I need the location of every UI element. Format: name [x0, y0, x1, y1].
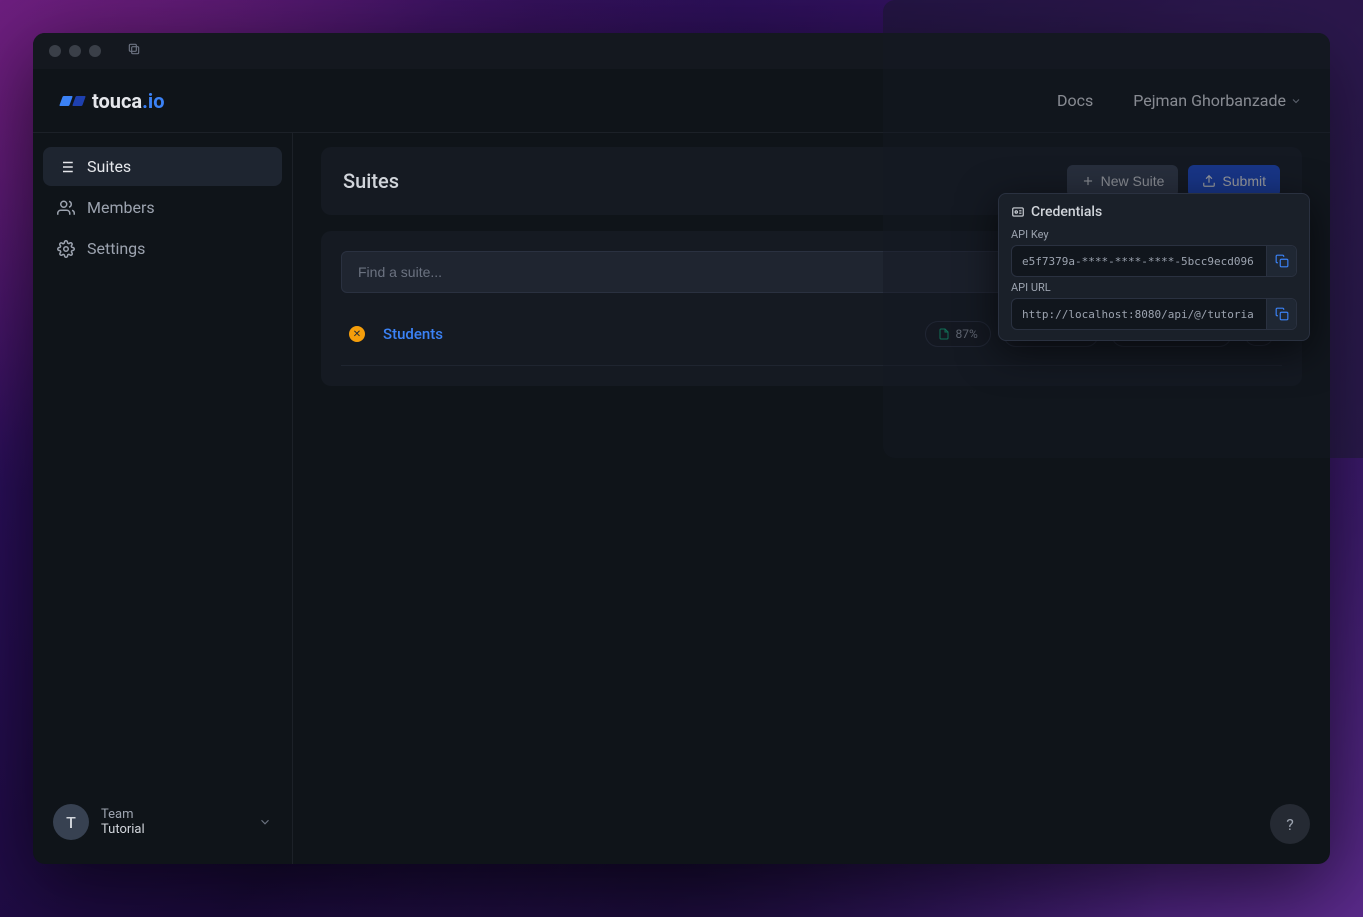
window-titlebar [33, 33, 1330, 69]
team-label: Team [101, 807, 145, 822]
id-card-icon [1011, 205, 1025, 219]
brand-logo[interactable]: touca.io [61, 89, 165, 113]
traffic-close-icon[interactable] [49, 45, 61, 57]
chevron-down-icon [258, 815, 272, 829]
copy-api-key-button[interactable] [1266, 246, 1296, 276]
traffic-max-icon[interactable] [89, 45, 101, 57]
plus-icon [1081, 174, 1095, 188]
window-duplicate-icon[interactable] [127, 42, 141, 60]
gear-icon [57, 240, 75, 258]
file-icon [938, 328, 950, 340]
credentials-popover: Credentials API Key API URL [998, 193, 1310, 341]
copy-api-url-button[interactable] [1266, 299, 1296, 329]
logo-mark-icon [61, 96, 84, 106]
team-switcher[interactable]: T Team Tutorial [43, 794, 282, 850]
api-url-field [1011, 298, 1297, 330]
page-title: Suites [343, 169, 399, 193]
upload-icon [1202, 174, 1216, 188]
brand-name: touca [92, 89, 142, 113]
sidebar-item-label: Members [87, 198, 155, 217]
brand-tld: .io [142, 89, 164, 113]
team-name: Tutorial [101, 822, 145, 837]
api-url-input[interactable] [1012, 300, 1266, 329]
sidebar-item-label: Suites [87, 157, 131, 176]
suite-match-pill: 87% [925, 321, 990, 347]
copy-icon [1275, 307, 1289, 321]
suite-name[interactable]: Students [383, 325, 443, 343]
copy-icon [1275, 254, 1289, 268]
help-button[interactable]: ? [1270, 804, 1310, 844]
sidebar-item-suites[interactable]: Suites [43, 147, 282, 186]
topbar: touca.io Docs Pejman Ghorbanzade [33, 69, 1330, 133]
users-icon [57, 199, 75, 217]
status-warning-icon: ✕ [349, 326, 365, 342]
team-avatar: T [53, 804, 89, 840]
api-key-label: API Key [1011, 228, 1297, 241]
nav-docs[interactable]: Docs [1057, 91, 1093, 110]
sidebar-item-settings[interactable]: Settings [43, 229, 282, 268]
sidebar: Suites Members Settings T Team Tutorial [33, 133, 293, 864]
traffic-lights[interactable] [49, 45, 101, 57]
help-icon: ? [1286, 815, 1294, 834]
traffic-min-icon[interactable] [69, 45, 81, 57]
app-window: touca.io Docs Pejman Ghorbanzade Suites … [33, 33, 1330, 864]
main-content: Suites New Suite Submit ✕ Students [293, 133, 1330, 864]
api-key-input[interactable] [1012, 247, 1266, 276]
sidebar-item-members[interactable]: Members [43, 188, 282, 227]
api-key-field [1011, 245, 1297, 277]
nav-user-menu[interactable]: Pejman Ghorbanzade [1133, 91, 1302, 110]
credentials-title: Credentials [1011, 204, 1297, 220]
chevron-down-icon [1290, 95, 1302, 107]
list-icon [57, 158, 75, 176]
api-url-label: API URL [1011, 281, 1297, 294]
nav-user-name: Pejman Ghorbanzade [1133, 91, 1286, 110]
sidebar-item-label: Settings [87, 239, 145, 258]
